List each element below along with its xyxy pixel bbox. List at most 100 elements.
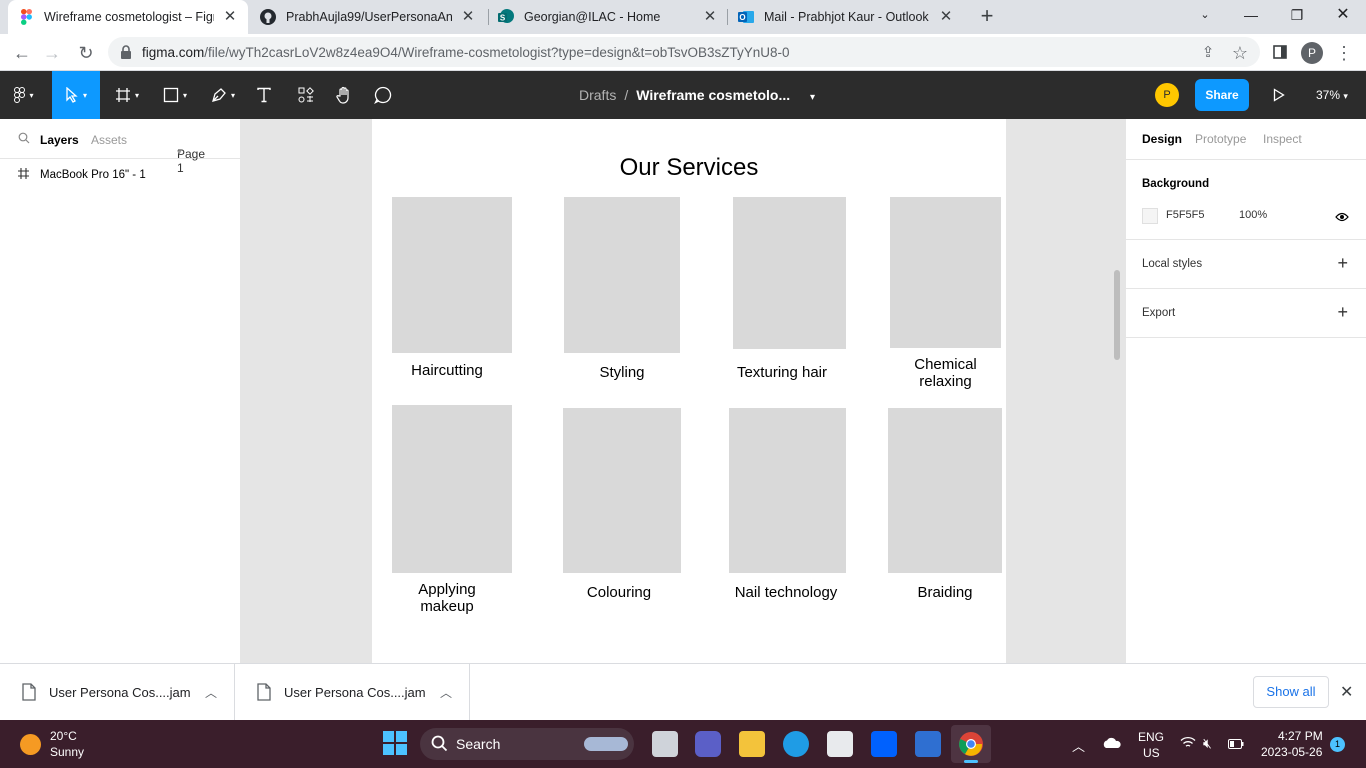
forward-icon[interactable]: → (40, 41, 64, 65)
macbook-frame[interactable]: Our Services Haircutting Styling Texturi… (372, 119, 1006, 663)
speaker-muted-icon[interactable]: 🔇︎ (1203, 735, 1212, 768)
teams-chat-icon[interactable] (695, 731, 721, 757)
close-downloads-icon[interactable]: ✕ (1340, 682, 1353, 702)
service-image-placeholder[interactable] (392, 405, 512, 573)
hex-input[interactable]: F5F5F5 (1166, 209, 1205, 221)
back-icon[interactable]: ← (10, 41, 34, 65)
tab-github[interactable]: PrabhAujla99/UserPersonaAndWireframe ✕ (250, 0, 486, 34)
windows-start-icon[interactable] (383, 731, 409, 757)
chevron-down-icon: ▾ (1343, 91, 1348, 101)
resources-tool-button[interactable] (292, 71, 320, 119)
tab-inspect[interactable]: Inspect (1263, 132, 1302, 146)
add-export-icon[interactable]: + (1337, 303, 1348, 321)
service-image-placeholder[interactable] (733, 197, 846, 349)
tab-assets[interactable]: Assets (91, 133, 127, 147)
notification-badge[interactable]: 1 (1330, 737, 1345, 752)
service-image-placeholder[interactable] (563, 408, 681, 573)
eye-icon[interactable] (1335, 209, 1349, 227)
bookmark-star-icon[interactable]: ☆ (1228, 41, 1252, 65)
tab-search-chevron-icon[interactable]: ⌄ (1182, 0, 1228, 30)
file-name[interactable]: Wireframe cosmetolo... (636, 87, 790, 103)
tab-layers[interactable]: Layers (40, 133, 79, 147)
chevron-up-icon[interactable]: ︿ (440, 684, 452, 701)
close-tab-icon[interactable]: ✕ (702, 9, 718, 25)
text-tool-button[interactable] (250, 71, 278, 119)
reload-icon[interactable]: ↻ (74, 41, 98, 65)
present-button[interactable] (1266, 71, 1292, 119)
chevron-down-icon[interactable]: ▾ (810, 92, 815, 103)
chrome-profile-avatar[interactable]: P (1301, 42, 1323, 64)
search-icon[interactable] (18, 132, 30, 147)
service-image-placeholder[interactable] (564, 197, 680, 353)
chevron-up-icon[interactable]: ︿ (1072, 736, 1085, 768)
move-tool-button[interactable]: ▾ (52, 71, 100, 119)
zoom-menu[interactable]: 37% ▾ (1316, 71, 1348, 119)
lang-us[interactable]: US (1143, 746, 1160, 768)
service-image-placeholder[interactable] (729, 408, 846, 573)
service-image-placeholder[interactable] (392, 197, 512, 353)
frame-tool-button[interactable]: ▾ (106, 71, 148, 119)
canvas-scrollbar[interactable] (1114, 270, 1120, 360)
restore-icon[interactable]: ❐ (1274, 0, 1320, 30)
show-all-button[interactable]: Show all (1253, 676, 1329, 708)
service-caption: Applying makeup (418, 581, 476, 615)
tab-design[interactable]: Design (1142, 132, 1182, 146)
side-panel-icon[interactable] (1268, 41, 1292, 65)
layer-item-frame[interactable]: MacBook Pro 16" - 1 (0, 167, 240, 187)
close-tab-icon[interactable]: ✕ (222, 9, 238, 25)
tab-prototype[interactable]: Prototype (1195, 132, 1246, 146)
tab-figma[interactable]: Wireframe cosmetologist – Figma ✕ (8, 0, 248, 34)
weather-condition[interactable]: Sunny (50, 745, 84, 759)
file-icon (257, 683, 271, 706)
address-bar[interactable]: figma.com/file/wyTh2casrLoV2w8z4ea9O4/Wi… (108, 37, 1260, 67)
design-canvas[interactable]: Our Services Haircutting Styling Texturi… (241, 119, 1125, 663)
download-item[interactable]: User Persona Cos....jam ︿ (235, 664, 470, 721)
minimize-icon[interactable]: — (1228, 0, 1274, 30)
windows-taskbar: 20°C Sunny Search ︿ ENG US 🔇︎ 4:27 PM 20… (0, 720, 1366, 768)
chrome-taskbar-item[interactable] (951, 725, 991, 763)
opacity-input[interactable]: 100% (1239, 209, 1267, 221)
store-icon[interactable] (827, 731, 853, 757)
share-page-icon[interactable]: ⇪ (1196, 41, 1220, 65)
shape-tool-button[interactable]: ▾ (154, 71, 196, 119)
comment-tool-button[interactable] (369, 71, 397, 119)
pen-tool-button[interactable]: ▾ (202, 71, 244, 119)
chevron-up-icon[interactable]: ︿ (205, 684, 217, 701)
download-file-name: User Persona Cos....jam (284, 685, 426, 700)
edge-icon[interactable] (783, 731, 809, 757)
lock-icon[interactable] (120, 45, 132, 64)
close-tab-icon[interactable]: ✕ (460, 9, 476, 25)
tab-georgian[interactable]: S Georgian@ILAC - Home ✕ (488, 0, 728, 34)
tab-outlook[interactable]: O Mail - Prabhjot Kaur - Outlook ✕ (728, 0, 964, 34)
battery-icon[interactable] (1228, 738, 1244, 768)
sun-icon[interactable] (20, 734, 41, 755)
window-close-icon[interactable]: ✕ (1320, 0, 1366, 30)
chrome-icon (958, 731, 984, 762)
myhp-icon[interactable] (915, 731, 941, 757)
chrome-menu-icon[interactable]: ⋮ (1332, 41, 1356, 65)
chevron-down-icon: ▾ (177, 147, 182, 157)
file-icon (22, 683, 36, 706)
taskbar-search[interactable]: Search (420, 728, 634, 760)
breadcrumb-drafts[interactable]: Drafts (579, 87, 616, 103)
file-explorer-icon[interactable] (739, 731, 765, 757)
main-menu-button[interactable]: ▾ (0, 71, 48, 119)
share-button[interactable]: Share (1195, 79, 1249, 111)
dropbox-icon[interactable] (871, 731, 897, 757)
download-item[interactable]: User Persona Cos....jam ︿ (0, 664, 235, 721)
new-tab-icon[interactable]: + (976, 5, 998, 28)
clock-date[interactable]: 2023-05-26 (1261, 745, 1322, 768)
onedrive-icon[interactable] (1102, 737, 1122, 768)
add-style-icon[interactable]: + (1337, 254, 1348, 272)
chevron-down-icon: ▾ (29, 90, 34, 100)
temperature[interactable]: 20°C (50, 729, 77, 743)
service-image-placeholder[interactable] (890, 197, 1001, 348)
service-image-placeholder[interactable] (888, 408, 1002, 573)
color-swatch[interactable] (1142, 208, 1158, 224)
close-tab-icon[interactable]: ✕ (938, 9, 954, 25)
layers-panel: Layers Assets Page 1 ▾ MacBook Pro 16" -… (0, 119, 241, 663)
wifi-icon[interactable] (1180, 736, 1196, 768)
hand-tool-button[interactable] (330, 71, 358, 119)
task-view-icon[interactable] (652, 731, 678, 757)
user-avatar[interactable]: P (1155, 83, 1179, 107)
